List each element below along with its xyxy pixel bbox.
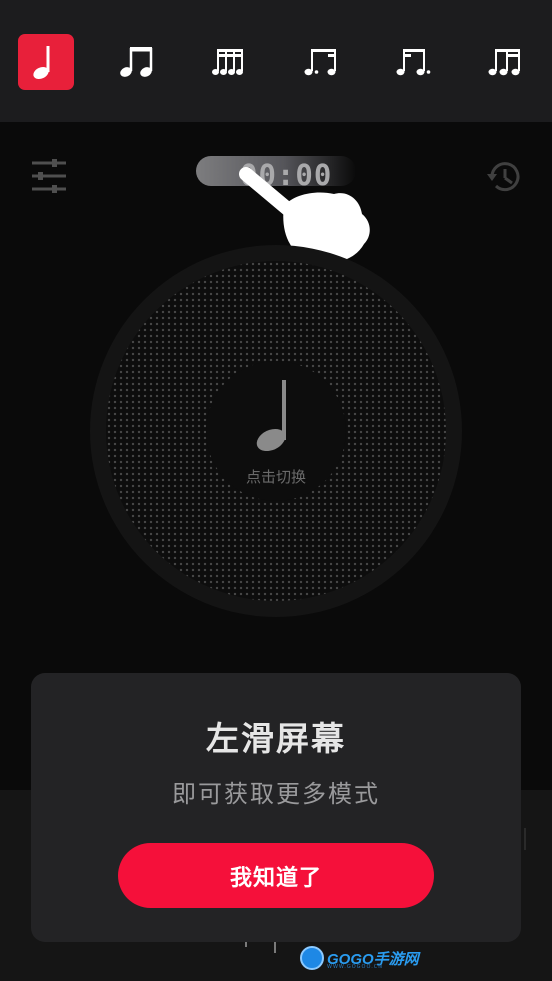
eighth-notes-icon xyxy=(120,47,153,77)
rhythm-bar xyxy=(0,0,552,122)
got-it-button[interactable]: 我知道了 xyxy=(118,843,434,908)
rhythm-sixteenth-dotted-eighth[interactable] xyxy=(386,34,442,90)
rhythm-sixteenth-notes[interactable] xyxy=(202,34,258,90)
rhythm-quarter-note[interactable] xyxy=(18,34,74,90)
quarter-note-icon xyxy=(256,380,286,452)
rhythm-triplet-notes[interactable] xyxy=(478,34,534,90)
dialog-title: 左滑屏幕 xyxy=(206,719,346,758)
sixteenth-notes-icon xyxy=(212,49,243,75)
history-icon[interactable] xyxy=(484,158,524,196)
sixteenth-dotted-eighth-icon xyxy=(396,49,431,76)
disc-switch-label: 点击切换 xyxy=(245,468,306,486)
sliders-icon[interactable] xyxy=(30,158,68,194)
rhythm-eighth-notes[interactable] xyxy=(110,34,166,90)
quarter-note-icon xyxy=(33,46,50,80)
watermark-url: WWW.GOGOO.CN xyxy=(327,964,384,970)
triplet-notes-icon xyxy=(488,49,520,76)
rhythm-dotted-eighth-sixteenth[interactable] xyxy=(294,34,350,90)
watermark-logo-icon xyxy=(300,946,324,970)
dialog-subtitle: 即可获取更多模式 xyxy=(172,780,380,808)
dotted-eighth-sixteenth-icon xyxy=(304,49,336,76)
